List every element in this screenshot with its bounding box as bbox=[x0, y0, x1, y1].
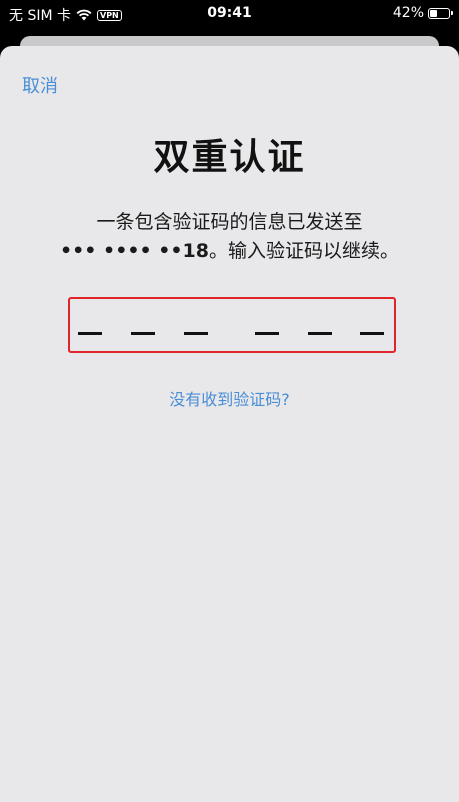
code-digit-slot-5 bbox=[308, 332, 332, 335]
masked-phone-number: ••• •••• ••18 bbox=[60, 240, 209, 262]
code-digit-slot-3 bbox=[184, 332, 208, 335]
status-bar: 无 SIM 卡 VPN 09:41 42% bbox=[0, 0, 459, 28]
message-line-1: 一条包含验证码的信息已发送至 bbox=[96, 211, 363, 233]
status-right: 42% bbox=[392, 5, 453, 21]
cancel-button[interactable]: 取消 bbox=[22, 72, 58, 98]
code-digit-slot-4 bbox=[255, 332, 279, 335]
status-time: 09:41 bbox=[207, 5, 252, 21]
battery-fill bbox=[430, 9, 437, 17]
code-digit-slot-6 bbox=[360, 332, 384, 335]
message-line-2: ••• •••• ••18。输入验证码以继续。 bbox=[0, 237, 459, 266]
resend-code-link[interactable]: 没有收到验证码? bbox=[0, 386, 459, 410]
message-line-2-suffix: 。输入验证码以继续。 bbox=[208, 240, 399, 262]
code-digit-slot-1 bbox=[78, 332, 102, 335]
page-title: 双重认证 bbox=[153, 137, 306, 178]
code-digit-slot-2 bbox=[131, 332, 155, 335]
battery-icon bbox=[428, 7, 453, 19]
verification-message: 一条包含验证码的信息已发送至 ••• •••• ••18。输入验证码以继续。 bbox=[0, 208, 459, 266]
verification-code-input[interactable] bbox=[68, 297, 396, 353]
battery-percent: 42% bbox=[392, 5, 424, 21]
